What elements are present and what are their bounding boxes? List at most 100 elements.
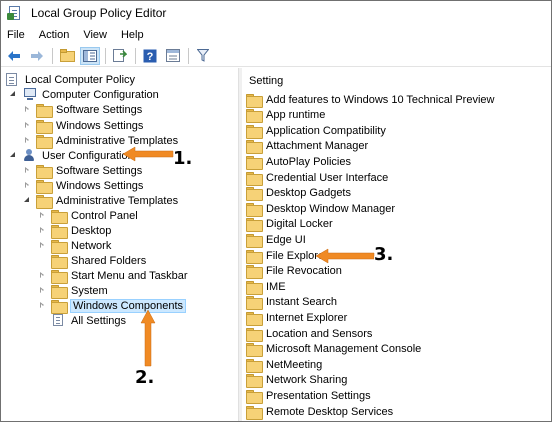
- tree-node-label: Administrative Templates: [56, 134, 179, 147]
- tree-node-root[interactable]: Local Computer Policy: [5, 72, 136, 87]
- tree-node-all-settings[interactable]: All Settings: [38, 313, 127, 328]
- tree-node-shared-folders[interactable]: Shared Folders: [38, 253, 147, 269]
- tree-node-label: Software Settings: [56, 164, 143, 177]
- folder-icon: [246, 327, 263, 342]
- tree-node-label: Network: [71, 239, 112, 252]
- computer-icon: [22, 88, 37, 101]
- up-folder-icon[interactable]: [57, 47, 77, 65]
- setting-row[interactable]: NetMeeting: [246, 357, 323, 373]
- collapsed-chevron-icon[interactable]: [38, 301, 47, 310]
- user-icon: [22, 149, 37, 162]
- setting-row[interactable]: Digital Locker: [246, 217, 334, 233]
- annotation-label-2: 2.: [135, 367, 155, 388]
- setting-label: Credential User Interface: [266, 171, 389, 184]
- setting-row[interactable]: Credential User Interface: [246, 170, 389, 186]
- tree-node-user-configuration[interactable]: User Configuration: [9, 148, 135, 163]
- show-hide-tree-icon[interactable]: [80, 46, 100, 65]
- setting-row[interactable]: App runtime: [246, 108, 326, 124]
- tree-node-computer-configuration[interactable]: Computer Configuration: [9, 87, 160, 102]
- console-tree: Local Computer Policy Computer Configura…: [1, 68, 239, 421]
- setting-row[interactable]: Add features to Windows 10 Technical Pre…: [246, 92, 495, 108]
- setting-row[interactable]: Application Compatibility: [246, 123, 387, 139]
- collapsed-chevron-icon[interactable]: [23, 105, 32, 114]
- filter-icon[interactable]: [193, 47, 213, 65]
- expanded-chevron-icon[interactable]: [9, 90, 18, 99]
- setting-row[interactable]: AutoPlay Policies: [246, 154, 352, 170]
- setting-row[interactable]: Attachment Manager: [246, 139, 369, 155]
- expanded-chevron-icon[interactable]: [23, 196, 32, 205]
- folder-icon: [246, 249, 263, 264]
- menu-file[interactable]: File: [1, 29, 32, 41]
- setting-row[interactable]: Presentation Settings: [246, 388, 372, 404]
- tree-node-label: Computer Configuration: [42, 88, 159, 101]
- folder-icon: [246, 358, 263, 373]
- setting-row[interactable]: Microsoft Management Console: [246, 342, 422, 358]
- collapsed-chevron-icon[interactable]: [23, 121, 32, 130]
- setting-row[interactable]: Location and Sensors: [246, 326, 373, 342]
- tree-node-user-windows-settings[interactable]: Windows Settings: [23, 178, 144, 194]
- tree-node-start-menu-and-taskbar[interactable]: Start Menu and Taskbar: [38, 268, 189, 284]
- tree-node-windows-components[interactable]: Windows Components: [38, 298, 187, 314]
- folder-icon: [246, 311, 263, 326]
- menu-action[interactable]: Action: [32, 29, 77, 41]
- setting-row[interactable]: Desktop Gadgets: [246, 186, 352, 202]
- folder-icon: [246, 124, 263, 139]
- setting-row[interactable]: Edge UI: [246, 232, 307, 248]
- setting-row[interactable]: Remote Desktop Services: [246, 404, 394, 420]
- help-icon[interactable]: ?: [140, 47, 160, 65]
- tree-node-computer-windows-settings[interactable]: Windows Settings: [23, 118, 144, 134]
- tree-node-label: Software Settings: [56, 103, 143, 116]
- setting-row[interactable]: Instant Search: [246, 295, 338, 311]
- setting-row[interactable]: IME: [246, 279, 287, 295]
- collapsed-chevron-icon[interactable]: [38, 226, 47, 235]
- folder-icon: [246, 218, 263, 233]
- tree-node-user-software-settings[interactable]: Software Settings: [23, 163, 143, 179]
- annotation-label-3: 3.: [374, 244, 394, 265]
- tree-node-label: Windows Settings: [56, 119, 144, 132]
- tree-node-network[interactable]: Network: [38, 238, 112, 254]
- setting-label: Desktop Window Manager: [266, 202, 396, 215]
- setting-label: Add features to Windows 10 Technical Pre…: [266, 93, 495, 106]
- tree-node-computer-administrative-templates[interactable]: Administrative Templates: [23, 133, 179, 149]
- collapsed-chevron-icon[interactable]: [38, 211, 47, 220]
- collapsed-chevron-icon[interactable]: [23, 136, 32, 145]
- setting-row[interactable]: Network Sharing: [246, 373, 348, 389]
- tree-node-control-panel[interactable]: Control Panel: [38, 208, 139, 224]
- setting-row[interactable]: Desktop Window Manager: [246, 201, 396, 217]
- tree-node-computer-software-settings[interactable]: Software Settings: [23, 102, 143, 118]
- title-bar: Local Group Policy Editor: [1, 1, 551, 25]
- svg-text:?: ?: [147, 51, 154, 63]
- tree-node-label: Local Computer Policy: [25, 73, 136, 86]
- setting-row[interactable]: Internet Explorer: [246, 310, 348, 326]
- setting-row[interactable]: File Revocation: [246, 264, 343, 280]
- setting-label: Network Sharing: [266, 374, 348, 387]
- tree-node-user-administrative-templates[interactable]: Administrative Templates: [23, 193, 179, 209]
- collapsed-chevron-icon[interactable]: [23, 166, 32, 175]
- tree-node-desktop[interactable]: Desktop: [38, 223, 112, 239]
- policy-document-icon: [5, 73, 19, 86]
- collapsed-chevron-icon[interactable]: [38, 286, 47, 295]
- folder-icon: [36, 119, 53, 134]
- setting-label: Internet Explorer: [266, 311, 348, 324]
- collapsed-chevron-icon[interactable]: [23, 181, 32, 190]
- folder-icon: [246, 296, 263, 311]
- menu-help[interactable]: Help: [114, 29, 151, 41]
- collapsed-chevron-icon[interactable]: [38, 241, 47, 250]
- collapsed-chevron-icon[interactable]: [38, 271, 47, 280]
- setting-row[interactable]: File Explorer: [246, 248, 329, 264]
- tree-node-label: Control Panel: [71, 209, 138, 222]
- export-list-icon[interactable]: [110, 47, 130, 65]
- group-policy-app-icon: [7, 6, 23, 20]
- properties-icon[interactable]: [163, 47, 183, 65]
- folder-icon: [246, 155, 263, 170]
- menu-view[interactable]: View: [76, 29, 114, 41]
- settings-list-icon: [51, 314, 66, 327]
- back-arrow-icon[interactable]: [4, 47, 24, 65]
- folder-icon: [51, 239, 68, 254]
- expanded-chevron-icon[interactable]: [9, 151, 18, 160]
- tree-node-label: Windows Settings: [56, 179, 144, 192]
- tree-node-system[interactable]: System: [38, 283, 109, 299]
- column-header-setting[interactable]: Setting: [249, 75, 283, 87]
- toolbar-separator: [52, 47, 53, 64]
- forward-arrow-icon[interactable]: [27, 47, 47, 65]
